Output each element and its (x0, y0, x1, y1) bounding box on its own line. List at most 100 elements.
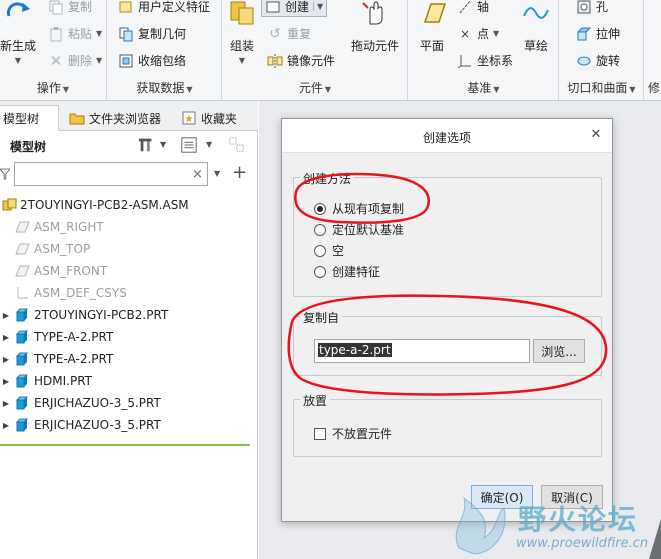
revolve-button[interactable]: 旋转 (576, 52, 620, 69)
delete-button[interactable]: ✕ 删除 ▼ (48, 52, 102, 69)
ribbon-group-label[interactable]: 获取数据 ▼ (108, 79, 221, 96)
no-place-checkbox-row[interactable]: 不放置元件 (314, 425, 392, 442)
radio-locate-default-datums[interactable]: 定位默认基准 (314, 221, 404, 238)
no-place-checkbox[interactable] (314, 427, 326, 440)
ribbon-group-label[interactable]: 操作 ▼ (0, 79, 106, 96)
radio-button[interactable] (314, 202, 326, 215)
filter-funnel-icon[interactable] (0, 166, 10, 182)
ok-button[interactable]: 确定(O) (471, 485, 533, 509)
regenerate-button[interactable]: 新生成 ▼ (0, 0, 36, 65)
create-label: 创建 (285, 0, 310, 14)
tree-item-part[interactable]: ▶ HDMI.PRT (0, 370, 258, 392)
point-button[interactable]: × 点 ▼ (457, 25, 499, 42)
tab-model-tree[interactable]: 模型树 (0, 105, 59, 131)
tree-item-datum-plane[interactable]: ASM_TOP (0, 238, 258, 260)
tab-favorites[interactable]: ★ 收藏夹 (176, 105, 254, 131)
expand-arrow-icon[interactable]: ▶ (0, 399, 12, 408)
tree-item-label: TYPE-A-2.PRT (34, 330, 114, 344)
tree-item-csys[interactable]: ASM_DEF_CSYS (0, 282, 258, 304)
axis-label: 轴 (477, 0, 490, 14)
tree-item-part[interactable]: ▶ TYPE-A-2.PRT (0, 326, 258, 348)
expand-arrow-icon[interactable]: ▶ (0, 333, 12, 342)
hole-button[interactable]: 孔 (576, 0, 608, 15)
expand-arrow-icon[interactable]: ▶ (0, 377, 12, 386)
browse-button[interactable]: 浏览... (533, 339, 585, 363)
shrinkwrap-label: 收缩包络 (138, 54, 187, 68)
radio-button[interactable] (314, 244, 326, 257)
repeat-icon: ↺ (269, 25, 281, 42)
regenerate-dropdown-icon[interactable]: ▼ (15, 56, 21, 65)
radio-empty[interactable]: 空 (314, 242, 344, 259)
settings-dropdown-icon[interactable]: ▼ (160, 140, 166, 149)
modifiers-group-label[interactable]: 修 (648, 79, 661, 96)
tree-item-part[interactable]: ▶ ERJICHAZUO-3_5.PRT (0, 392, 258, 414)
delete-icon: ✕ (49, 51, 63, 70)
search-options-icon[interactable]: ▼ (214, 169, 220, 178)
tree-item-datum-plane[interactable]: ASM_RIGHT (0, 216, 258, 238)
cancel-button[interactable]: 取消(C) (541, 485, 603, 509)
close-icon[interactable]: ✕ (588, 127, 604, 143)
plane-label: 平面 (419, 39, 444, 53)
add-filter-icon[interactable]: + (232, 162, 247, 183)
show-list-icon[interactable] (180, 136, 198, 154)
copy-icon (49, 0, 63, 14)
point-icon: × (459, 26, 471, 41)
tree-item-part[interactable]: ▶ TYPE-A-2.PRT (0, 348, 258, 370)
tree-item-part[interactable]: ▶ ERJICHAZUO-3_5.PRT (0, 414, 258, 436)
assemble-dropdown-icon[interactable]: ▼ (239, 56, 245, 65)
radio-button[interactable] (314, 265, 326, 278)
csys-button[interactable]: 坐标系 (457, 52, 513, 69)
svg-text:★: ★ (185, 114, 194, 125)
radio-create-features[interactable]: 创建特征 (314, 263, 380, 280)
tree-item-assembly[interactable]: 2TOUYINGYI-PCB2-ASM.ASM (0, 194, 258, 216)
udf-button[interactable]: 用户定义特征 (118, 0, 210, 15)
radio-button[interactable] (314, 223, 326, 236)
sketch-button[interactable]: 草绘 (521, 0, 551, 54)
settings-tools-icon[interactable] (138, 136, 156, 154)
part-icon (15, 330, 29, 344)
tree-filter-icon[interactable] (228, 136, 246, 154)
expand-arrow-icon[interactable]: ▶ (0, 421, 12, 430)
create-button[interactable]: 创建 ▼ (261, 0, 328, 17)
expand-arrow-icon[interactable]: ▶ (0, 355, 12, 364)
extrude-button[interactable]: 拉伸 (576, 25, 620, 42)
tree-item-label: ASM_RIGHT (34, 220, 104, 234)
paste-button[interactable]: 粘贴 ▼ (48, 25, 102, 42)
ribbon-group-label[interactable]: 元件 ▼ (223, 79, 407, 96)
point-dropdown-icon[interactable]: ▼ (493, 29, 499, 38)
paste-dropdown-icon[interactable]: ▼ (96, 29, 102, 38)
csys-icon (457, 54, 471, 68)
no-place-label: 不放置元件 (332, 427, 393, 441)
create-icon (266, 1, 280, 12)
assemble-button[interactable]: 组装 ▼ (227, 0, 257, 65)
plane-icon (423, 3, 447, 23)
tab-folder-browser[interactable]: 文件夹浏览器 (64, 105, 172, 131)
tree-item-part[interactable]: ▶ 2TOUYINGYI-PCB2.PRT (0, 304, 258, 326)
chevron-down-icon: ▼ (629, 85, 636, 94)
ribbon-group-label[interactable]: 切口和曲面 ▼ (560, 79, 643, 96)
mirror-component-button[interactable]: 镜像元件 (267, 52, 335, 69)
axis-icon (459, 0, 471, 13)
copy-button[interactable]: 复制 (48, 0, 92, 15)
folder-icon (69, 113, 85, 125)
radio-label: 从现有项复制 (332, 202, 405, 216)
part-icon (15, 352, 29, 366)
tree-item-datum-plane[interactable]: ASM_FRONT (0, 260, 258, 282)
expand-arrow-icon[interactable]: ▶ (0, 311, 12, 320)
copy-from-input[interactable]: type-a-2.prt (314, 339, 530, 363)
axis-button[interactable]: 轴 (457, 0, 489, 15)
repeat-button[interactable]: ↺ 重复 (267, 25, 311, 42)
delete-dropdown-icon[interactable]: ▼ (96, 56, 102, 65)
ribbon-group-label[interactable]: 基准 ▼ (409, 79, 558, 96)
clear-search-icon[interactable]: × (192, 167, 203, 182)
tree-item-label: 2TOUYINGYI-PCB2.PRT (34, 308, 169, 322)
radio-copy-existing[interactable]: 从现有项复制 (314, 200, 404, 217)
drag-component-button[interactable]: 拖动元件 (351, 0, 399, 54)
revolve-icon (577, 56, 591, 65)
create-dropdown-icon[interactable]: ▼ (313, 2, 323, 11)
show-dropdown-icon[interactable]: ▼ (206, 140, 212, 149)
plane-button[interactable]: 平面 (417, 0, 447, 54)
copy-geometry-button[interactable]: 复制几何 (118, 25, 186, 42)
shrinkwrap-button[interactable]: 收缩包络 (118, 52, 186, 69)
tree-search-input[interactable] (14, 162, 208, 186)
